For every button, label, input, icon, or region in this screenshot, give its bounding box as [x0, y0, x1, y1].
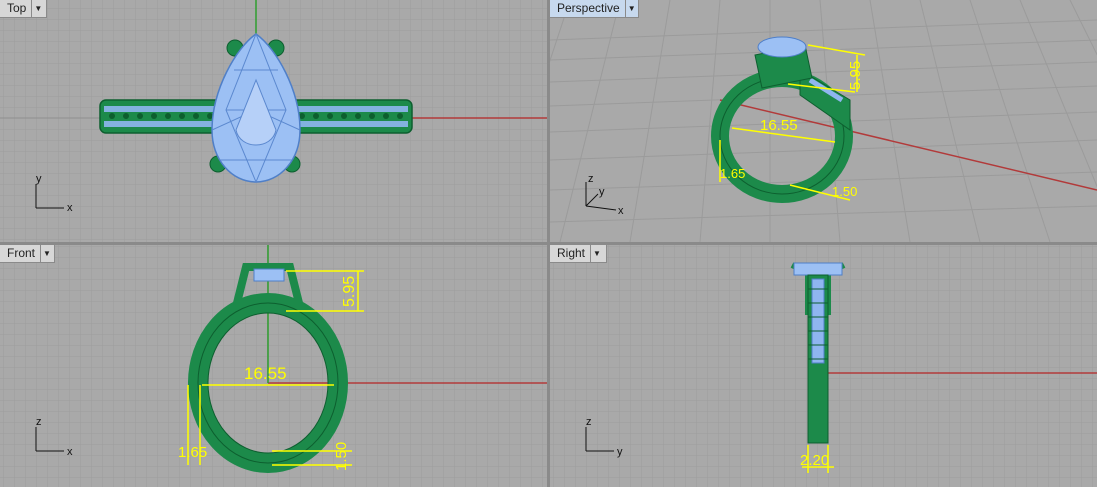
dim-1-65: 1.65 [178, 444, 207, 461]
axis-label-y: y [617, 446, 623, 458]
dim-1-50: 1.50 [832, 184, 857, 199]
axis-label-x: x [67, 446, 73, 458]
dim-1-50: 1.50 [333, 442, 350, 471]
viewport-perspective[interactable]: 16.55 5.95 1.65 1.50 z y x Perspective ▼ [550, 0, 1097, 242]
viewport-title: Front [7, 246, 36, 260]
axis-label-z: z [36, 416, 42, 428]
x-axis-line [719, 99, 1097, 191]
axis-label-y: y [599, 186, 605, 198]
viewport-title: Right [557, 246, 586, 260]
perspective-view-scene: 16.55 5.95 1.65 1.50 z y x [550, 0, 1097, 242]
dropdown-arrow-icon[interactable]: ▼ [40, 245, 53, 262]
dropdown-arrow-icon[interactable]: ▼ [624, 0, 638, 17]
viewport-front[interactable]: 16.55 5.95 1.65 1.50 z x Front ▼ [0, 245, 547, 487]
dropdown-arrow-icon[interactable]: ▼ [590, 245, 603, 262]
dim-16-55: 16.55 [760, 117, 798, 134]
viewport-top[interactable]: y x Top ▼ [0, 0, 547, 242]
axis-label-x: x [618, 205, 624, 217]
right-view-scene: 2.20 z y [550, 245, 1097, 487]
viewport-splitter-horizontal[interactable] [0, 242, 1097, 245]
dim-2-20: 2.20 [800, 452, 829, 469]
dim-5-95: 5.95 [341, 276, 358, 307]
dim-1-65: 1.65 [720, 166, 745, 181]
tab-front[interactable]: Front ▼ [0, 245, 55, 263]
tab-perspective[interactable]: Perspective ▼ [550, 0, 639, 18]
perspective-grid [550, 0, 1097, 242]
front-view-scene: 16.55 5.95 1.65 1.50 z x [0, 245, 547, 487]
tab-right[interactable]: Right ▼ [550, 245, 607, 263]
axis-indicator: z y x [585, 173, 624, 217]
viewport-title: Top [7, 1, 27, 15]
tab-top[interactable]: Top ▼ [0, 0, 47, 18]
axis-label-z: z [588, 173, 594, 185]
axis-label-z: z [586, 416, 592, 428]
dropdown-arrow-icon[interactable]: ▼ [31, 0, 44, 17]
dim-5-95: 5.95 [847, 61, 864, 90]
top-view-scene: y x [0, 0, 547, 242]
viewport-title: Perspective [557, 1, 620, 15]
viewport-right[interactable]: 2.20 z y Right ▼ [550, 245, 1097, 487]
dim-16-55: 16.55 [244, 364, 287, 383]
axis-label-y: y [36, 173, 42, 185]
axis-label-x: x [67, 202, 73, 214]
